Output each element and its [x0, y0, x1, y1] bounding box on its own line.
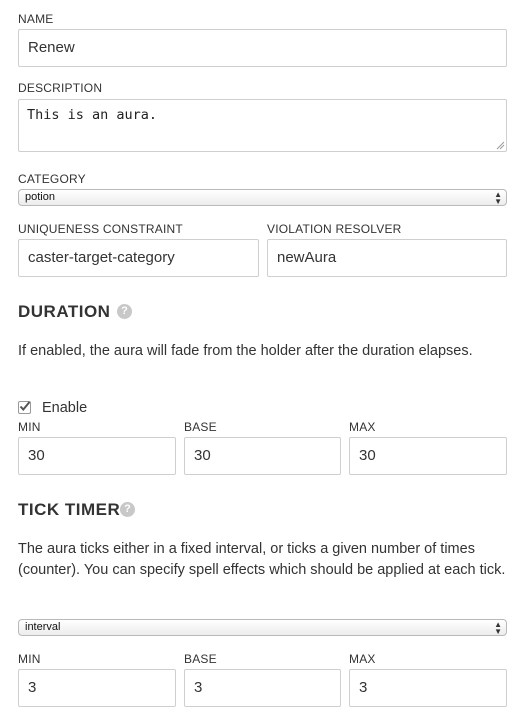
violation-label: VIOLATION RESOLVER	[267, 222, 402, 236]
duration-base-label: BASE	[184, 420, 217, 434]
violation-input[interactable]: newAura	[267, 239, 507, 277]
name-label: NAME	[18, 12, 54, 26]
category-select[interactable]: potion ▲ ▼	[18, 189, 507, 206]
tick-min-input[interactable]: 3	[18, 669, 176, 707]
duration-max-input[interactable]: 30	[349, 437, 507, 475]
duration-base-input[interactable]: 30	[184, 437, 341, 475]
question-circle-icon[interactable]: ?	[120, 502, 135, 517]
uniqueness-input[interactable]: caster-target-category	[18, 239, 259, 277]
tick-base-input[interactable]: 3	[184, 669, 341, 707]
tick-max-input[interactable]: 3	[349, 669, 507, 707]
uniqueness-label: UNIQUENESS CONSTRAINT	[18, 222, 183, 236]
question-circle-icon[interactable]: ?	[117, 304, 132, 319]
resize-handle-icon[interactable]	[496, 141, 505, 150]
category-label: CATEGORY	[18, 172, 86, 186]
tick-min-label: MIN	[18, 652, 41, 666]
select-arrows-icon: ▲ ▼	[494, 190, 502, 206]
enable-label: Enable	[42, 400, 88, 416]
duration-max-label: MAX	[349, 420, 376, 434]
tick-mode-selected-value: interval	[25, 621, 61, 633]
description-textarea[interactable]: This is an aura.	[18, 99, 507, 152]
tick-timer-heading: TICK TIMER	[18, 500, 121, 519]
duration-description: If enabled, the aura will fade from the …	[18, 343, 473, 359]
tick-base-label: BASE	[184, 652, 217, 666]
description-label: DESCRIPTION	[18, 81, 103, 95]
select-arrows-icon: ▲ ▼	[494, 620, 502, 636]
checkmark-icon	[19, 401, 31, 412]
tick-mode-select[interactable]: interval ▲ ▼	[18, 619, 507, 636]
duration-min-input[interactable]: 30	[18, 437, 176, 475]
description-text: This is an aura.	[27, 107, 158, 123]
enable-checkbox[interactable]	[18, 401, 31, 414]
name-input[interactable]: Renew	[18, 29, 507, 67]
category-selected-value: potion	[25, 191, 55, 203]
tick-max-label: MAX	[349, 652, 376, 666]
duration-min-label: MIN	[18, 420, 41, 434]
duration-heading: DURATION	[18, 302, 111, 321]
duration-enable-row[interactable]: Enable	[18, 399, 138, 419]
tick-timer-description: The aura ticks either in a fixed interva…	[18, 541, 506, 578]
